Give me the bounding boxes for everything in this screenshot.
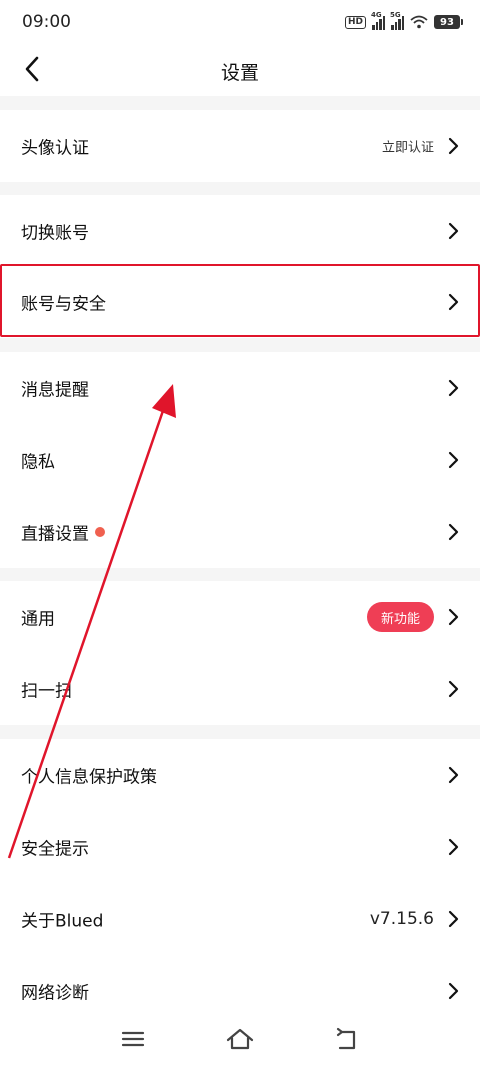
section-divider <box>0 181 480 195</box>
chevron-right-icon <box>448 982 459 1000</box>
section-divider <box>0 567 480 581</box>
battery-icon: 93 <box>434 15 463 29</box>
new-feature-badge: 新功能 <box>366 602 434 632</box>
section-divider <box>0 96 480 110</box>
row-label: 消息提醒 <box>21 380 89 401</box>
page-title: 设置 <box>220 62 259 84</box>
status-bar: 09:00 HD 4G 5G 93 <box>0 0 480 44</box>
settings-row-privacy-policy[interactable]: 个人信息保护政策 <box>0 739 480 811</box>
row-label: 通用 <box>21 609 55 630</box>
status-icons: HD 4G 5G 93 <box>344 11 463 32</box>
section-divider <box>0 338 480 352</box>
hd-icon: HD <box>344 15 366 29</box>
settings-row-avatar-verify[interactable]: 头像认证 立即认证 <box>0 110 480 182</box>
chevron-right-icon <box>448 838 459 856</box>
settings-row-scan[interactable]: 扫一扫 <box>0 653 480 725</box>
menu-icon[interactable] <box>118 1024 148 1054</box>
signal-4g-icon: 4G <box>371 11 385 30</box>
settings-row-notifications[interactable]: 消息提醒 <box>0 352 480 424</box>
row-label: 安全提示 <box>21 839 89 860</box>
row-label: 账号与安全 <box>21 294 106 315</box>
row-label: 头像认证 <box>21 138 89 159</box>
chevron-right-icon <box>448 766 459 784</box>
signal-5g-icon: 5G <box>390 11 404 30</box>
chevron-right-icon <box>448 137 459 155</box>
section-divider <box>0 725 480 739</box>
row-label: 切换账号 <box>21 223 89 244</box>
nav-bar: 设置 <box>0 44 480 96</box>
row-label: 直播设置 <box>21 524 89 545</box>
system-nav-bar <box>0 1016 480 1067</box>
home-icon[interactable] <box>225 1024 255 1054</box>
row-label: 关于Blued <box>21 911 104 932</box>
chevron-right-icon <box>448 379 459 397</box>
chevron-right-icon <box>448 680 459 698</box>
chevron-right-icon <box>448 451 459 469</box>
chevron-right-icon <box>448 293 459 311</box>
settings-row-privacy[interactable]: 隐私 <box>0 424 480 496</box>
settings-row-safety-tips[interactable]: 安全提示 <box>0 811 480 883</box>
settings-row-about[interactable]: 关于Blued v7.15.6 <box>0 883 480 955</box>
wifi-icon <box>410 15 428 29</box>
chevron-right-icon <box>448 222 459 240</box>
settings-row-account-security[interactable]: 账号与安全 <box>0 266 480 338</box>
settings-row-switch-account[interactable]: 切换账号 <box>0 195 480 267</box>
row-label: 网络诊断 <box>21 983 89 1004</box>
settings-row-live-settings[interactable]: 直播设置 <box>0 496 480 568</box>
row-value: 立即认证 <box>381 140 434 156</box>
row-label: 隐私 <box>21 452 55 473</box>
chevron-right-icon <box>448 608 459 626</box>
chevron-right-icon <box>448 910 459 928</box>
row-label: 扫一扫 <box>21 681 72 702</box>
settings-row-general[interactable]: 通用 新功能 <box>0 581 480 653</box>
chevron-right-icon <box>448 523 459 541</box>
return-icon[interactable] <box>332 1024 362 1054</box>
row-label: 个人信息保护政策 <box>21 767 157 788</box>
status-time: 09:00 <box>22 12 71 32</box>
version-value: v7.15.6 <box>369 909 434 929</box>
new-dot-indicator <box>95 527 105 537</box>
